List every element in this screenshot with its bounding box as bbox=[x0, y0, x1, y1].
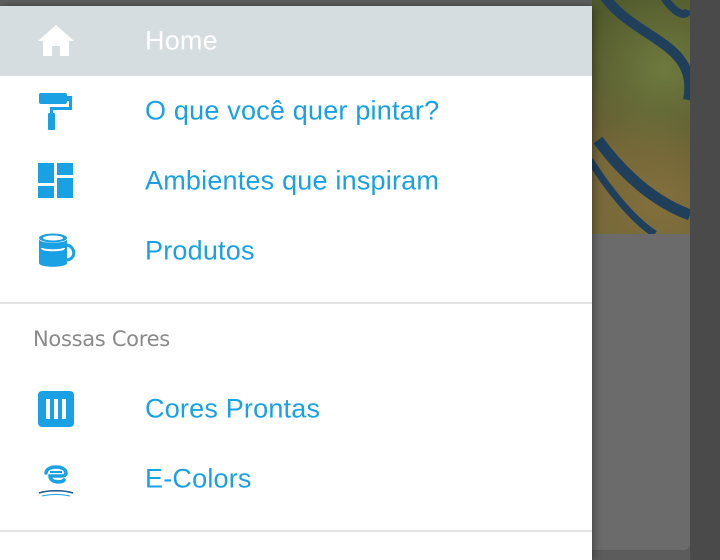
home-icon bbox=[36, 21, 76, 61]
nav-item-ready-colors[interactable]: Cores Prontas bbox=[0, 374, 592, 444]
nav-item-what-to-paint[interactable]: O que você quer pintar? bbox=[0, 76, 592, 146]
color-swatches-icon bbox=[36, 389, 76, 429]
nav-item-home[interactable]: Home bbox=[0, 6, 592, 76]
dashboard-grid-icon bbox=[36, 161, 76, 201]
paint-roller-icon bbox=[36, 91, 76, 131]
nav-item-label: O que você quer pintar? bbox=[145, 95, 440, 126]
navigation-drawer: Home O que você quer pintar? Ambientes q… bbox=[0, 6, 592, 560]
nav-item-inspiring-rooms[interactable]: Ambientes que inspiram bbox=[0, 146, 592, 216]
app-screen: Home O que você quer pintar? Ambientes q… bbox=[0, 0, 720, 560]
section-header-our-colors: Nossas Cores bbox=[33, 327, 170, 351]
paint-can-icon bbox=[36, 231, 76, 271]
nav-item-e-colors[interactable]: E-Colors bbox=[0, 444, 592, 514]
divider bbox=[0, 530, 592, 532]
nav-item-label: Produtos bbox=[145, 235, 255, 266]
background-edge bbox=[690, 0, 720, 560]
nav-item-label: Ambientes que inspiram bbox=[145, 165, 440, 196]
nav-item-label: Home bbox=[145, 25, 218, 56]
nav-item-label: Cores Prontas bbox=[145, 393, 321, 424]
divider bbox=[0, 302, 592, 304]
nav-item-products[interactable]: Produtos bbox=[0, 216, 592, 286]
e-colors-logo-icon bbox=[36, 459, 76, 499]
nav-item-label: E-Colors bbox=[145, 463, 252, 494]
